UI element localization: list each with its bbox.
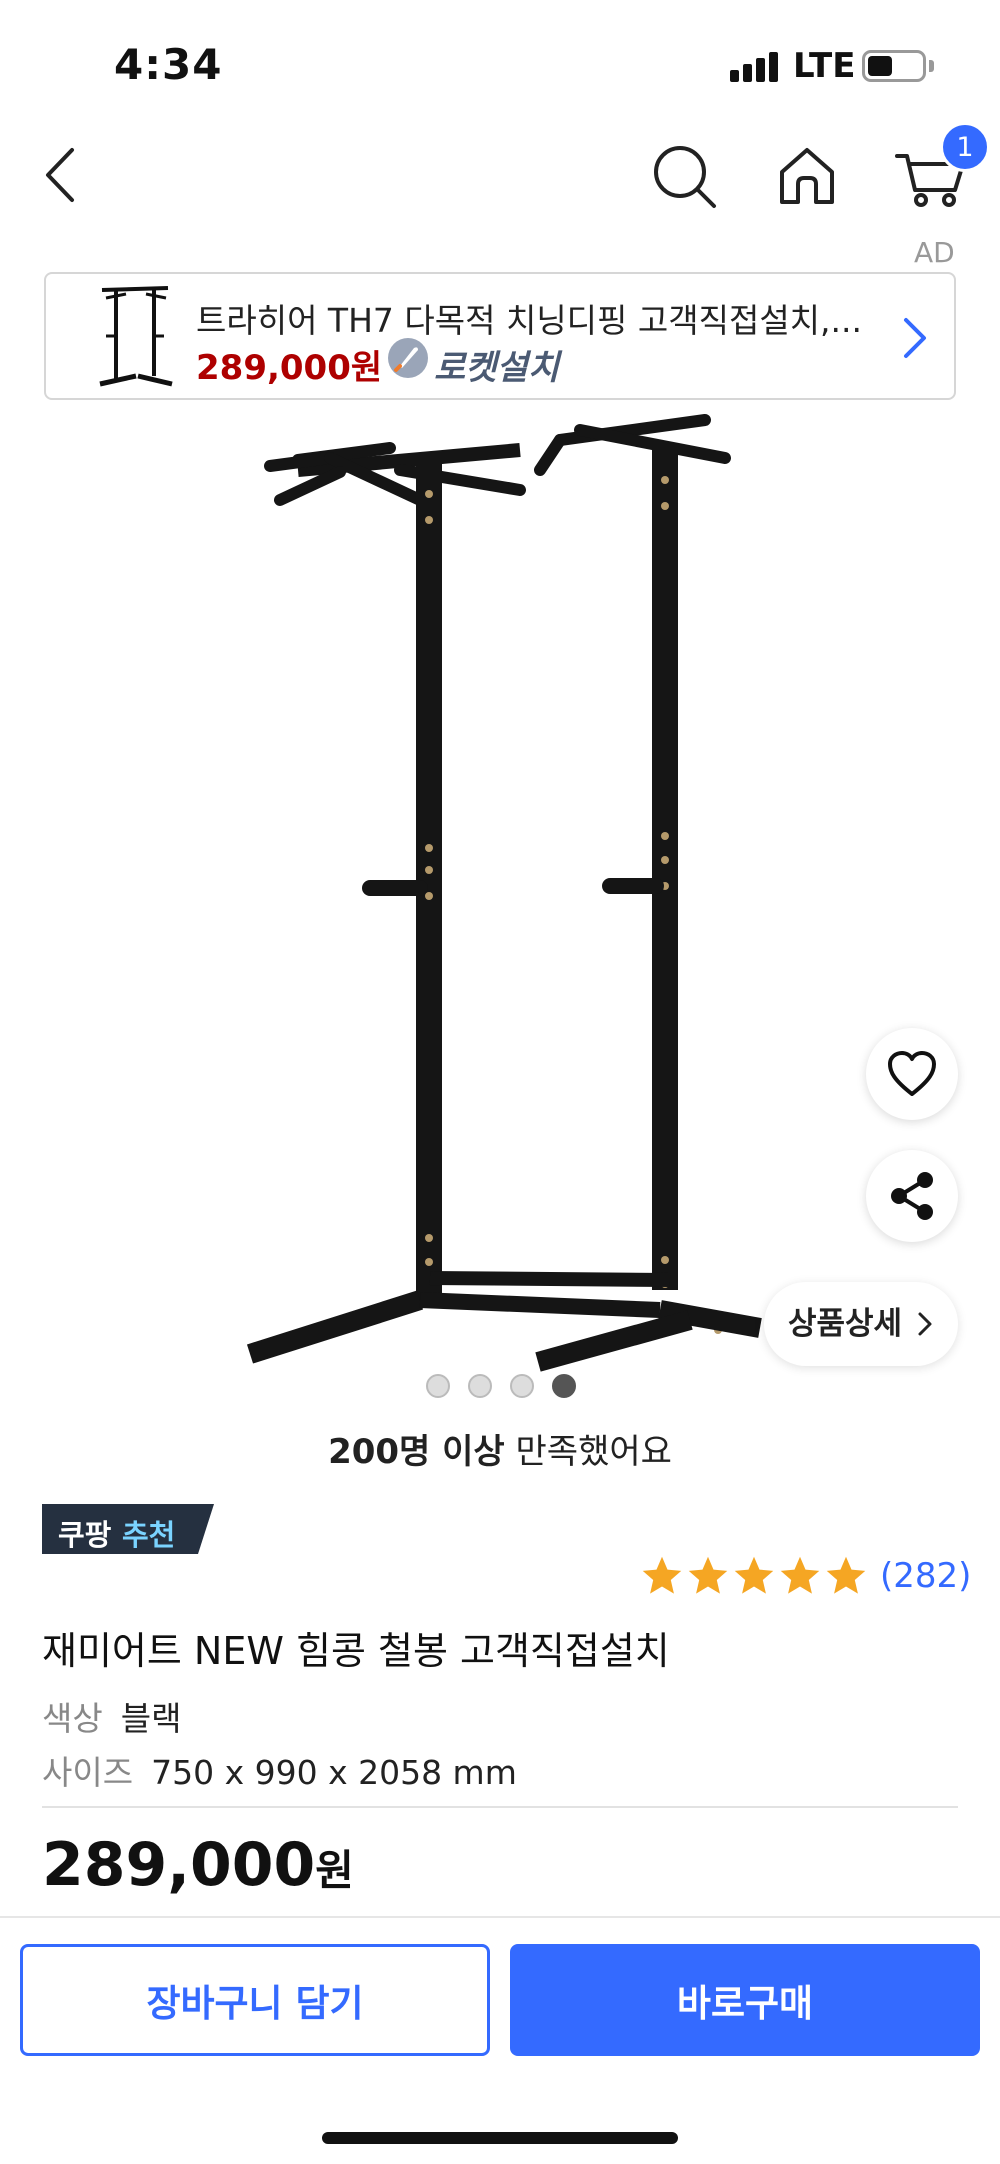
- back-button[interactable]: [36, 140, 96, 210]
- satisfaction-rest: 만족했어요: [504, 1432, 672, 1472]
- price-amount: 289,000: [42, 1830, 316, 1900]
- product-detail-label: 상품상세: [788, 1306, 903, 1342]
- ad-price: 289,000원: [196, 348, 383, 388]
- ad-title: 트라히어 TH7 다목적 치닝디핑 고객직접설치,...: [196, 301, 863, 340]
- product-price: 289,000원: [42, 1830, 354, 1900]
- search-icon: [654, 146, 716, 208]
- home-icon: [780, 148, 834, 204]
- gallery-dot[interactable]: [468, 1374, 492, 1398]
- star-icon: [826, 1556, 866, 1594]
- product-title: 재미어트 NEW 힘콩 철봉 고객직접설치: [42, 1629, 670, 1673]
- status-bar: 4:34 LTE: [0, 0, 1000, 120]
- wishlist-button[interactable]: [866, 1028, 958, 1120]
- satisfaction-count: 200명 이상: [328, 1432, 505, 1472]
- product-image[interactable]: [220, 400, 780, 1400]
- option-value: 블랙: [120, 1699, 182, 1738]
- chevron-left-icon: [46, 148, 74, 202]
- home-button[interactable]: [772, 140, 842, 210]
- cart-count-badge: 1: [940, 122, 990, 172]
- rocket-icon: [388, 338, 428, 378]
- battery-tip: [929, 60, 934, 72]
- share-icon: [891, 1172, 933, 1220]
- ad-product-thumbnail: [99, 286, 173, 387]
- product-detail-button[interactable]: 상품상세: [764, 1282, 958, 1366]
- gallery-dot[interactable]: [426, 1374, 450, 1398]
- ad-label: AD: [914, 236, 955, 269]
- divider: [42, 1806, 958, 1808]
- buy-now-button[interactable]: 바로구매: [510, 1944, 980, 2056]
- star-icon: [780, 1556, 820, 1594]
- option-label: 색상: [42, 1699, 103, 1738]
- ad-banner[interactable]: 트라히어 TH7 다목적 치닝디핑 고객직접설치,... 289,000원 로켓…: [44, 272, 956, 400]
- signal-icon: [730, 52, 782, 82]
- star-icon: [688, 1556, 728, 1594]
- rating-stars[interactable]: [640, 1554, 872, 1600]
- option-size[interactable]: 사이즈 750 x 990 x 2058 mm: [42, 1746, 517, 1794]
- badge-brand: 쿠팡: [58, 1518, 112, 1552]
- gallery-dot-active[interactable]: [552, 1374, 576, 1398]
- status-time: 4:34: [114, 40, 223, 89]
- price-currency: 원: [315, 1846, 354, 1895]
- network-label: LTE: [793, 46, 856, 86]
- add-to-cart-button[interactable]: 장바구니 담기: [20, 1944, 490, 2056]
- chevron-right-icon: [904, 318, 926, 358]
- search-button[interactable]: [650, 140, 720, 210]
- share-button[interactable]: [866, 1150, 958, 1242]
- satisfaction-text: 200명 이상 만족했어요: [0, 1424, 1000, 1473]
- badge-label: 추천: [122, 1518, 176, 1552]
- star-icon: [734, 1556, 774, 1594]
- option-color[interactable]: 색상 블랙: [42, 1692, 181, 1740]
- gallery-pagination[interactable]: [426, 1374, 586, 1398]
- star-icon: [642, 1556, 682, 1594]
- option-value: 750 x 990 x 2058 mm: [151, 1753, 517, 1792]
- option-label: 사이즈: [42, 1753, 134, 1792]
- home-indicator[interactable]: [322, 2132, 678, 2144]
- bottom-action-bar: 장바구니 담기 바로구매: [0, 1916, 1000, 2164]
- battery-icon: [862, 50, 926, 82]
- review-count-link[interactable]: (282): [880, 1556, 971, 1596]
- gallery-dot[interactable]: [510, 1374, 534, 1398]
- coupang-recommend-badge: 쿠팡 추천: [42, 1504, 214, 1554]
- heart-icon: [888, 1051, 936, 1096]
- rocket-install-label: 로켓설치: [434, 348, 560, 388]
- chevron-right-icon: [918, 1312, 932, 1336]
